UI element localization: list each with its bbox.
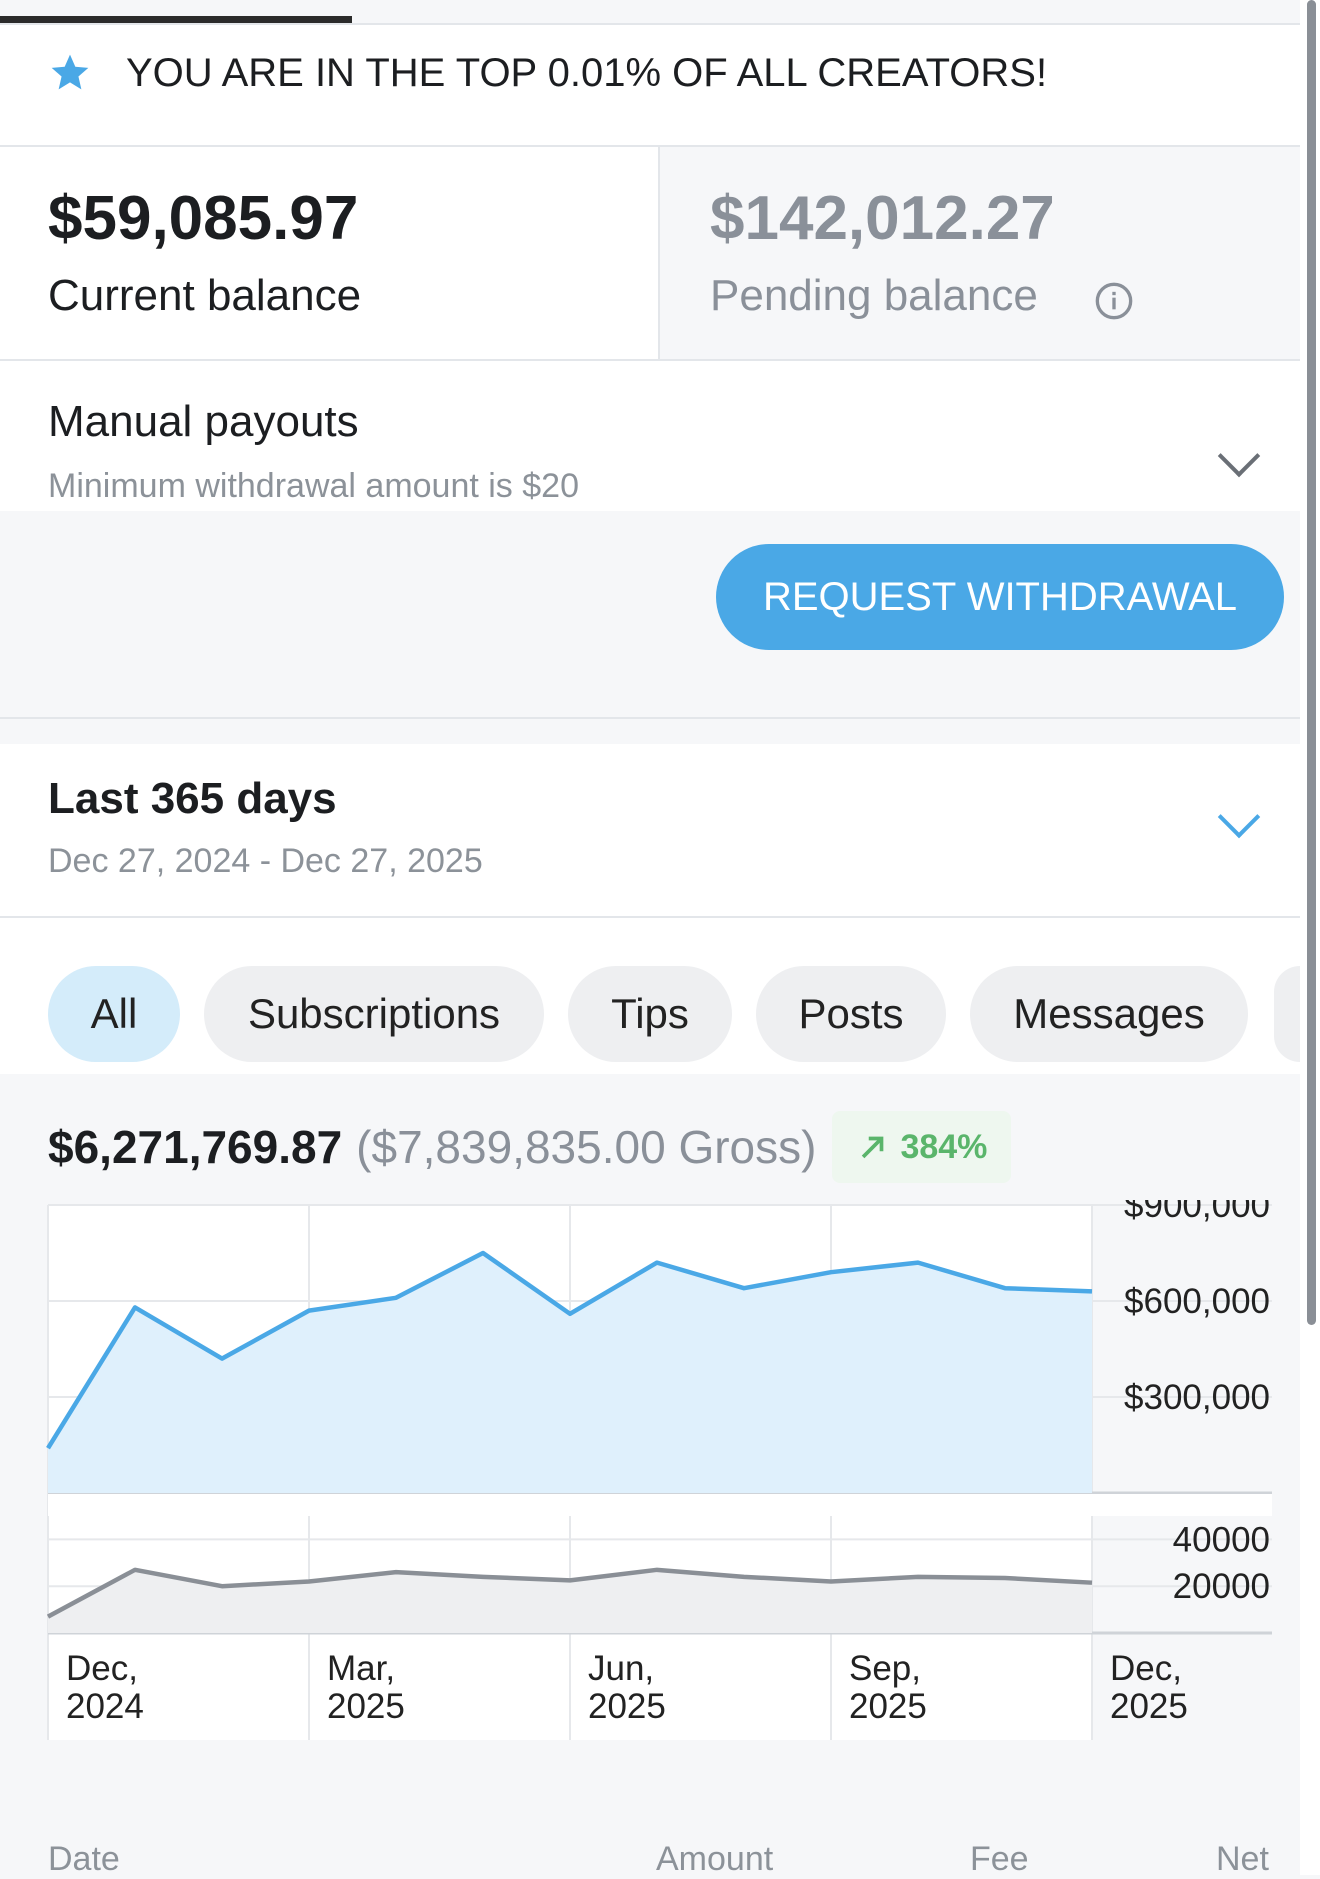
star-icon: [48, 51, 92, 95]
chart-x-tick-label: Dec,2025: [1110, 1649, 1188, 1726]
period-selector[interactable]: Last 365 days Dec 27, 2024 - Dec 27, 202…: [0, 744, 1300, 916]
manual-payouts-toggle[interactable]: Manual payouts Minimum withdrawal amount…: [0, 361, 1300, 511]
info-icon[interactable]: [1094, 281, 1134, 321]
earnings-y-tick-label: $900,000: [1124, 1200, 1270, 1225]
chart-panel-gap: [48, 1494, 1272, 1516]
count-y-tick-label: 40000: [1173, 1520, 1270, 1559]
current-balance-label: Current balance: [48, 271, 361, 321]
net-total: $6,271,769.87: [48, 1120, 342, 1174]
earnings-chart: $300,000 $600,000 $900,000 20000 40000 Dec,20…: [0, 1200, 1300, 1760]
table-header-amount: Amount: [656, 1840, 773, 1879]
table-header-fee: Fee: [970, 1840, 1029, 1879]
top-tab-indicator: [0, 16, 352, 23]
payouts-subtitle: Minimum withdrawal amount is $20: [48, 467, 579, 506]
filter-chip-subscriptions[interactable]: Subscriptions: [204, 966, 544, 1062]
payouts-title: Manual payouts: [48, 397, 359, 447]
period-title: Last 365 days: [48, 774, 337, 824]
earnings-summary: $6,271,769.87 ($7,839,835.00 Gross) 384%: [48, 1112, 1011, 1182]
current-balance-amount: $59,085.97: [48, 183, 358, 254]
chevron-down-icon[interactable]: [1218, 796, 1260, 838]
pending-balance-card: $142,012.27 Pending balance: [660, 147, 1300, 359]
gross-total: ($7,839,835.00 Gross): [356, 1120, 816, 1174]
filter-chip-posts[interactable]: Posts: [756, 966, 946, 1062]
current-balance-card: $59,085.97 Current balance: [0, 147, 658, 359]
banner-text: YOU ARE IN THE TOP 0.01% OF ALL CREATORS…: [126, 51, 1047, 96]
scrollbar-thumb[interactable]: [1307, 0, 1316, 1325]
change-badge: 384%: [832, 1111, 1011, 1183]
chart-x-tick-label: Sep,2025: [849, 1649, 927, 1726]
change-percent: 384%: [900, 1128, 987, 1167]
trend-up-icon: [856, 1130, 890, 1164]
earnings-y-tick-label: $600,000: [1124, 1282, 1270, 1321]
period-range: Dec 27, 2024 - Dec 27, 2025: [48, 842, 483, 881]
chart-x-tick-label: Dec,2024: [66, 1649, 144, 1726]
pending-balance-label: Pending balance: [710, 271, 1038, 321]
pending-balance-amount: $142,012.27: [710, 183, 1055, 254]
chevron-down-icon[interactable]: [1218, 435, 1260, 477]
count-y-tick-label: 20000: [1173, 1567, 1270, 1606]
request-withdrawal-button[interactable]: REQUEST WITHDRAWAL: [716, 544, 1284, 650]
divider: [0, 717, 1300, 719]
filter-chip-messages[interactable]: Messages: [970, 966, 1248, 1062]
chart-x-tick-label: Mar,2025: [327, 1649, 405, 1726]
top-creator-banner: YOU ARE IN THE TOP 0.01% OF ALL CREATORS…: [0, 25, 1300, 145]
table-header-net: Net: [1216, 1840, 1269, 1879]
filter-chip-all[interactable]: All: [48, 966, 180, 1062]
filter-chip-tips[interactable]: Tips: [568, 966, 732, 1062]
earnings-y-tick-label: $300,000: [1124, 1378, 1270, 1417]
filter-chip-more[interactable]: [1274, 966, 1300, 1062]
table-header-date: Date: [48, 1840, 120, 1879]
